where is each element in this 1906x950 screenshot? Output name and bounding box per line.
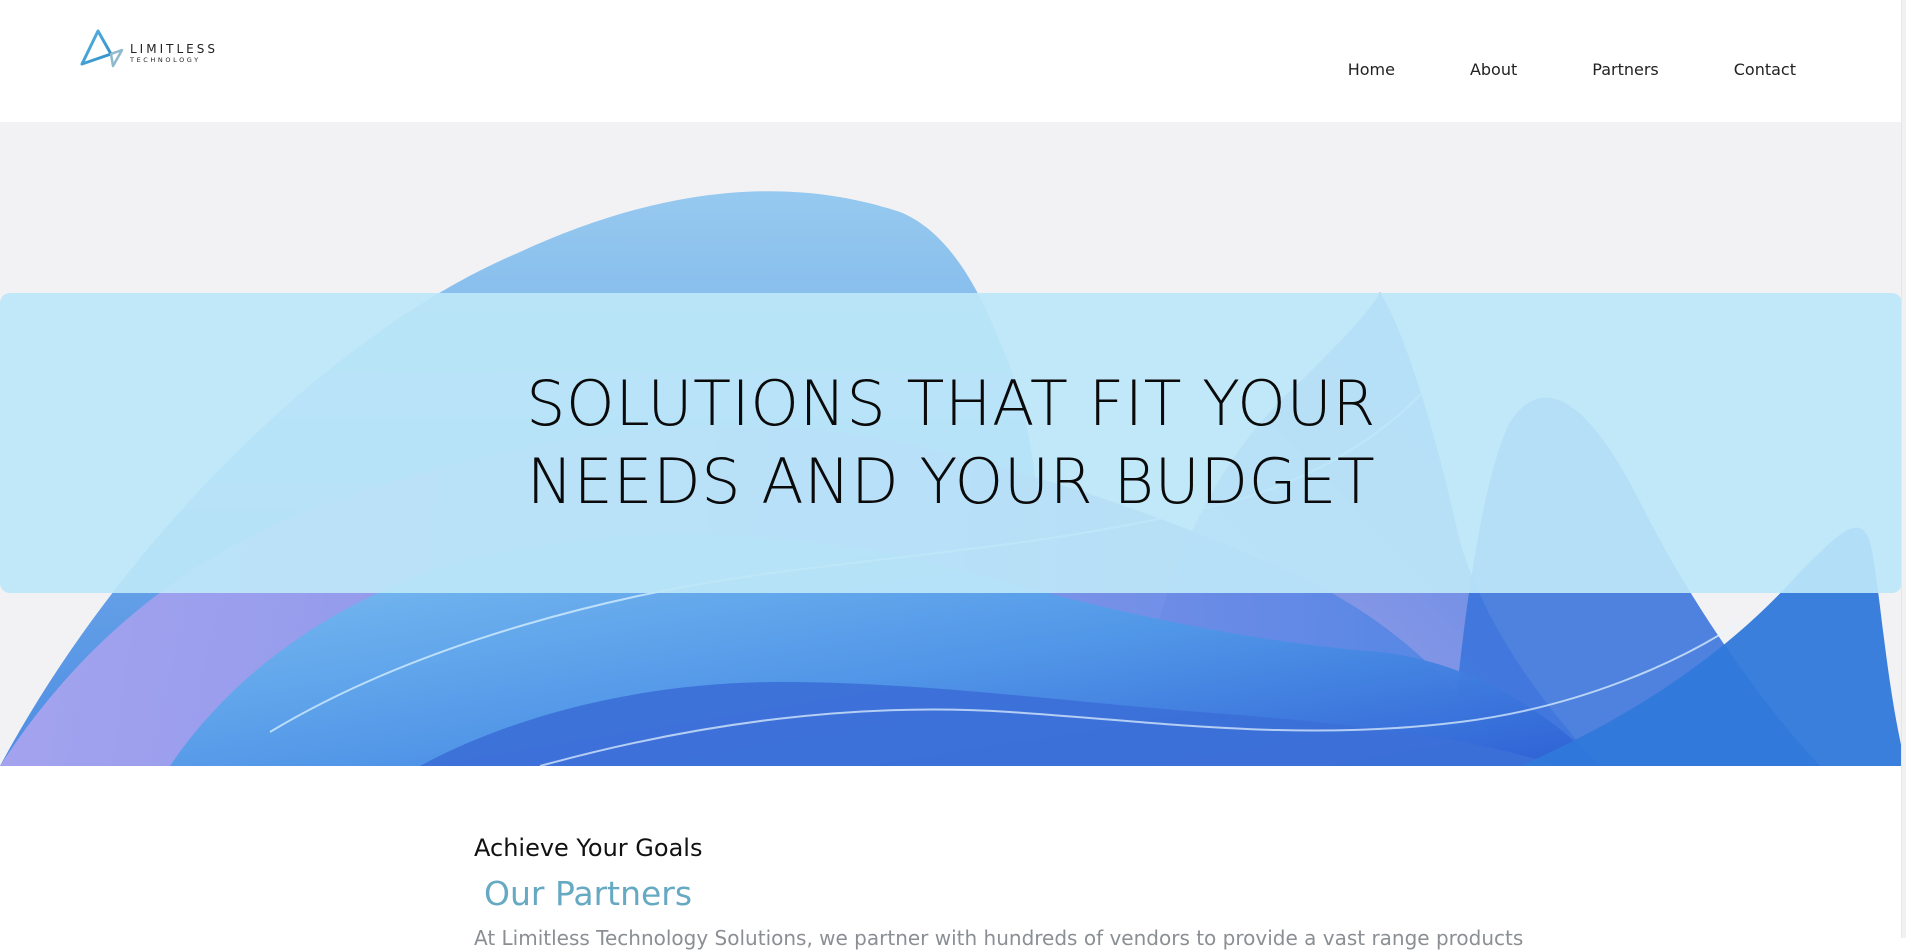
nav-about[interactable]: About: [1470, 58, 1517, 81]
partners-section: Achieve Your Goals Our Partners At Limit…: [0, 766, 1906, 950]
nav-contact[interactable]: Contact: [1734, 58, 1796, 81]
nav-partners[interactable]: Partners: [1592, 58, 1658, 81]
vertical-scrollbar[interactable]: [1901, 0, 1906, 938]
triangle-logo-icon: [80, 29, 124, 68]
section-body: At Limitless Technology Solutions, we pa…: [474, 926, 1524, 950]
site-header: LIMITLESS TECHNOLOGY Home About Partners…: [0, 0, 1906, 122]
section-title: Our Partners: [484, 874, 693, 913]
hero-heading: SOLUTIONS THAT FIT YOUR NEEDS AND YOUR B…: [461, 365, 1441, 521]
main-nav: Home About Partners Contact: [1348, 58, 1796, 81]
logo-text: LIMITLESS TECHNOLOGY: [130, 43, 218, 64]
logo-wordmark-line1: LIMITLESS: [130, 41, 218, 56]
nav-home[interactable]: Home: [1348, 58, 1395, 81]
hero-heading-line2: NEEDS AND YOUR BUDGET: [526, 445, 1376, 518]
hero-section: SOLUTIONS THAT FIT YOUR NEEDS AND YOUR B…: [0, 122, 1906, 766]
hero-banner: SOLUTIONS THAT FIT YOUR NEEDS AND YOUR B…: [0, 293, 1902, 593]
section-kicker: Achieve Your Goals: [474, 834, 703, 862]
brand-logo[interactable]: LIMITLESS TECHNOLOGY: [78, 28, 228, 72]
hero-heading-line1: SOLUTIONS THAT FIT YOUR: [526, 366, 1376, 440]
logo-wordmark-line2: TECHNOLOGY: [130, 55, 201, 64]
